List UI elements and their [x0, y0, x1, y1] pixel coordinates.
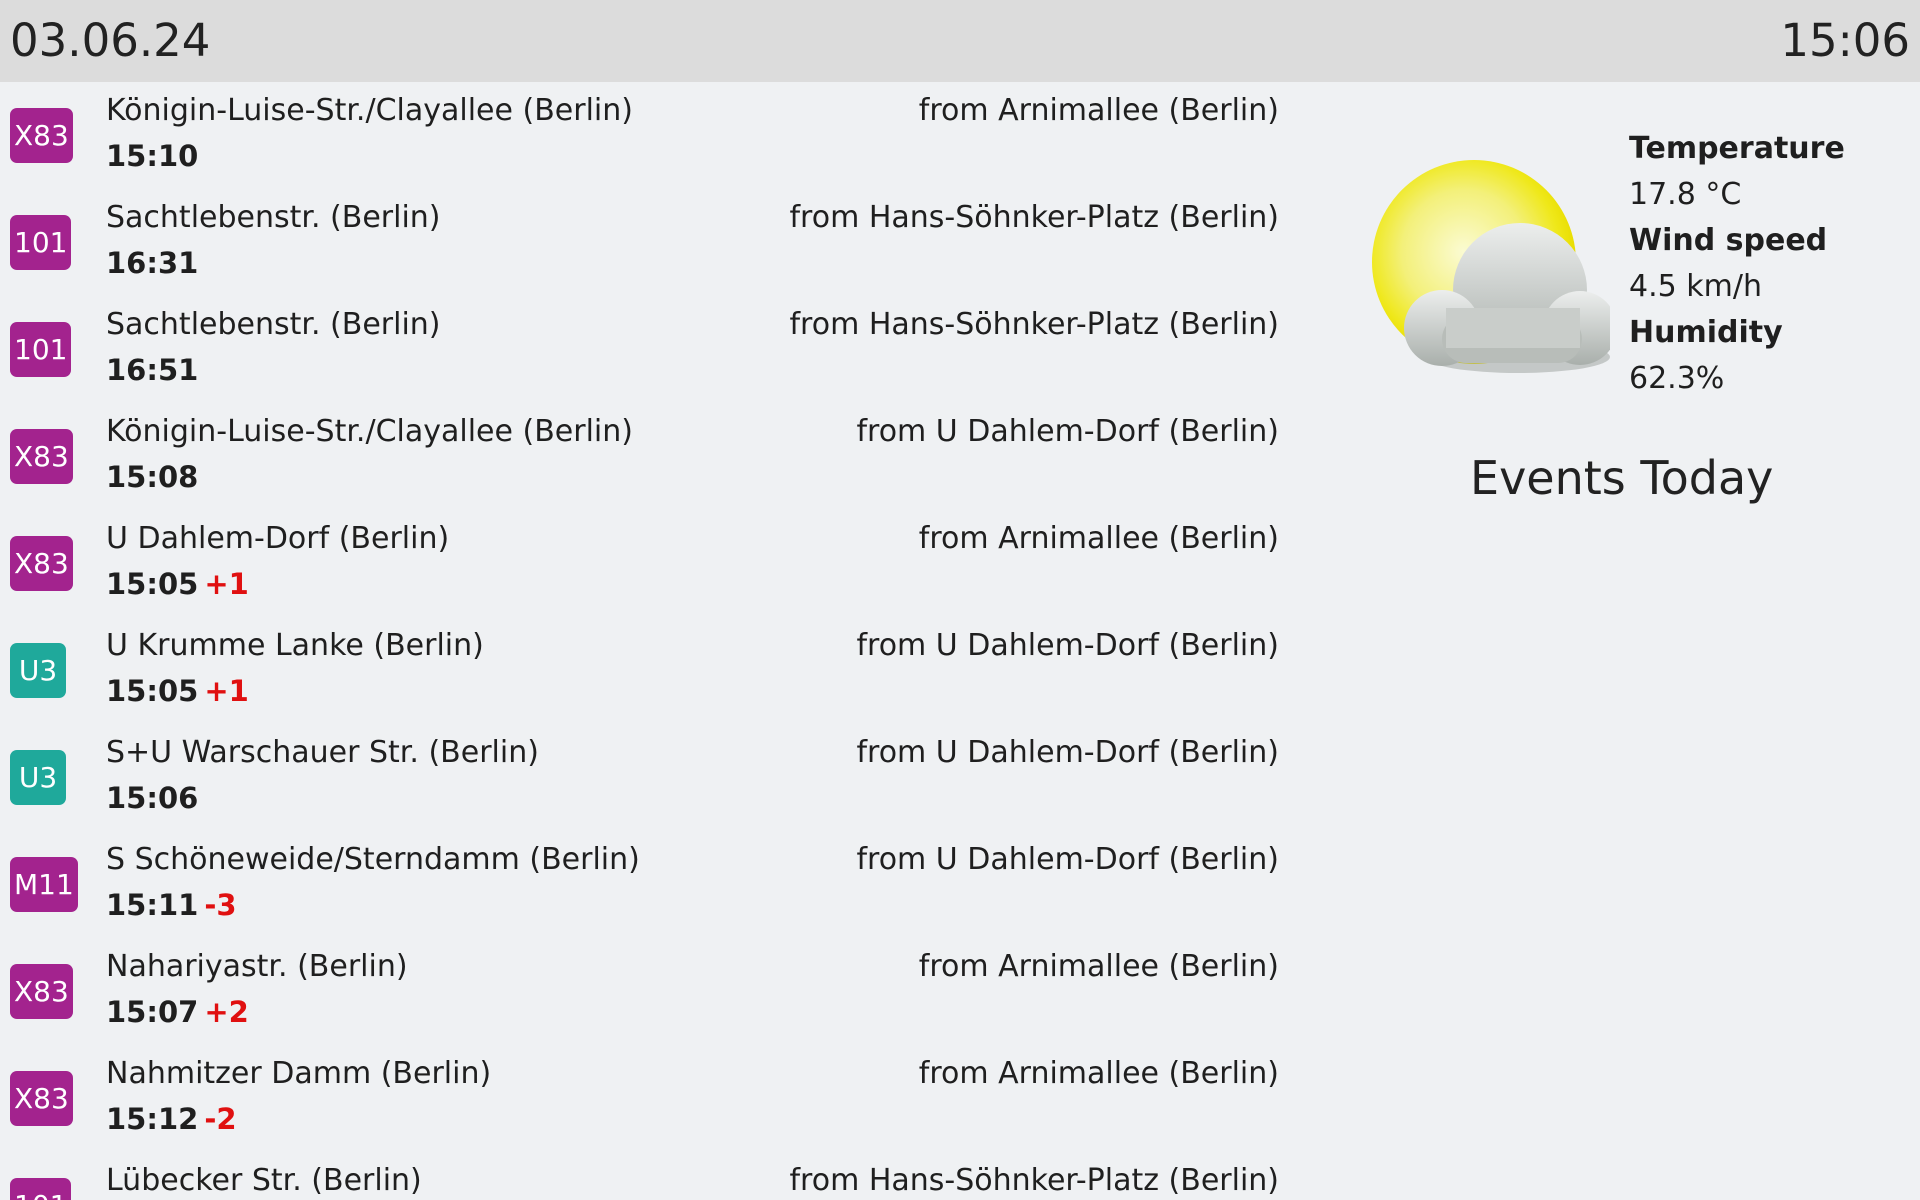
delay-indicator: +1	[204, 567, 249, 601]
destination-name: U Dahlem-Dorf (Berlin)	[106, 521, 450, 556]
line-badge: X83	[10, 536, 73, 591]
departure-time: 15:08	[106, 460, 199, 494]
departure-time: 15:12	[106, 1102, 199, 1136]
line-badge: 101	[10, 1178, 72, 1200]
line-badge: X83	[10, 108, 73, 163]
origin-stop: from Hans-Söhnker-Platz (Berlin)	[789, 200, 1279, 235]
destination-name: Sachtlebenstr. (Berlin)	[106, 200, 441, 235]
departure-time-wrap: 15:06	[106, 780, 198, 816]
departure-time-wrap: 16:31	[106, 245, 198, 281]
line-badge: X83	[10, 964, 73, 1019]
departure-time: 15:10	[106, 139, 199, 173]
departures-list: X83 Königin-Luise-Str./Clayallee (Berlin)…	[0, 82, 1290, 1200]
line-badge: X83	[10, 429, 73, 484]
origin-stop: from Arnimallee (Berlin)	[918, 1056, 1279, 1091]
departure-row: U3 U Krumme Lanke (Berlin) 15:05 +1 from U D…	[0, 617, 1290, 724]
destination-name: U Krumme Lanke (Berlin)	[106, 628, 484, 663]
origin-stop: from U Dahlem-Dorf (Berlin)	[856, 414, 1279, 449]
departure-row: X83 Nahariyastr. (Berlin) 15:07 +2 from Arni…	[0, 938, 1290, 1045]
departure-time: 16:51	[106, 353, 199, 387]
departure-row: 101 Sachtlebenstr. (Berlin) 16:51 from Hans…	[0, 296, 1290, 403]
departure-row: X83 Königin-Luise-Str./Clayallee (Berlin)…	[0, 403, 1290, 510]
humidity-value: 62.3%	[1629, 361, 1725, 396]
departure-time-wrap: 15:05 +1	[106, 566, 249, 602]
weather-details: Temperature 17.8 °C Wind speed 4.5 km/h …	[1629, 126, 1845, 402]
line-badge: 101	[10, 215, 72, 270]
line-badge: M11	[10, 857, 78, 912]
origin-stop: from U Dahlem-Dorf (Berlin)	[856, 735, 1279, 770]
departure-time: 15:11	[106, 888, 199, 922]
destination-name: Sachtlebenstr. (Berlin)	[106, 307, 441, 342]
line-badge: 101	[10, 322, 72, 377]
delay-indicator: +1	[204, 674, 249, 708]
departure-time: 15:05	[106, 674, 199, 708]
destination-name: Nahariyastr. (Berlin)	[106, 949, 408, 984]
events-title: Events Today	[1470, 451, 1774, 505]
humidity-label: Humidity	[1629, 315, 1783, 350]
delay-indicator: -3	[204, 888, 237, 922]
current-date: 03.06.24	[10, 14, 211, 67]
origin-stop: from Hans-Söhnker-Platz (Berlin)	[789, 1163, 1279, 1198]
line-badge: U3	[10, 750, 66, 805]
destination-name: S+U Warschauer Str. (Berlin)	[106, 735, 539, 770]
origin-stop: from Arnimallee (Berlin)	[918, 93, 1279, 128]
origin-stop: from U Dahlem-Dorf (Berlin)	[856, 842, 1279, 877]
destination-name: Lübecker Str. (Berlin)	[106, 1163, 422, 1198]
partly-cloudy-icon	[1372, 160, 1617, 373]
departure-time: 15:07	[106, 995, 199, 1029]
origin-stop: from Hans-Söhnker-Platz (Berlin)	[789, 307, 1279, 342]
departure-time-wrap: 16:51	[106, 352, 198, 388]
wind-speed-label: Wind speed	[1629, 223, 1828, 258]
destination-name: Nahmitzer Damm (Berlin)	[106, 1056, 492, 1091]
departure-time: 15:06	[106, 781, 199, 815]
departure-row: X83 U Dahlem-Dorf (Berlin) 15:05 +1 from Arn…	[0, 510, 1290, 617]
departure-row: 101 Lübecker Str. (Berlin) from Hans-Söhnk…	[0, 1152, 1290, 1200]
departure-row: X83 Nahmitzer Damm (Berlin) 15:12 -2 from Ar…	[0, 1045, 1290, 1152]
temperature-label: Temperature	[1629, 131, 1845, 166]
departure-time: 16:31	[106, 246, 199, 280]
origin-stop: from Arnimallee (Berlin)	[918, 949, 1279, 984]
temperature-value: 17.8 °C	[1629, 177, 1742, 212]
departure-row: U3 S+U Warschauer Str. (Berlin) 15:06 from …	[0, 724, 1290, 831]
departure-time-wrap: 15:12 -2	[106, 1101, 237, 1137]
origin-stop: from U Dahlem-Dorf (Berlin)	[856, 628, 1279, 663]
line-badge: U3	[10, 643, 66, 698]
header-bar: 03.06.24 15:06	[0, 0, 1920, 82]
destination-name: Königin-Luise-Str./Clayallee (Berlin)	[106, 414, 633, 449]
destination-name: S Schöneweide/Sterndamm (Berlin)	[106, 842, 640, 877]
departure-time-wrap: 15:05 +1	[106, 673, 249, 709]
line-badge: X83	[10, 1071, 73, 1126]
weather-widget	[1370, 150, 1617, 390]
current-time: 15:06	[1780, 14, 1910, 67]
destination-name: Königin-Luise-Str./Clayallee (Berlin)	[106, 93, 633, 128]
departure-time-wrap: 15:08	[106, 459, 198, 495]
origin-stop: from Arnimallee (Berlin)	[918, 521, 1279, 556]
delay-indicator: +2	[204, 995, 249, 1029]
departure-row: X83 Königin-Luise-Str./Clayallee (Berlin)…	[0, 82, 1290, 189]
departure-time-wrap: 15:07 +2	[106, 994, 249, 1030]
departure-row: 101 Sachtlebenstr. (Berlin) 16:31 from Hans…	[0, 189, 1290, 296]
departure-time-wrap: 15:11 -3	[106, 887, 237, 923]
departure-time-wrap: 15:10	[106, 138, 198, 174]
departure-row: M11 S Schöneweide/Sterndamm (Berlin) 15:11…	[0, 831, 1290, 938]
delay-indicator: -2	[204, 1102, 237, 1136]
departure-time: 15:05	[106, 567, 199, 601]
wind-speed-value: 4.5 km/h	[1629, 269, 1762, 304]
